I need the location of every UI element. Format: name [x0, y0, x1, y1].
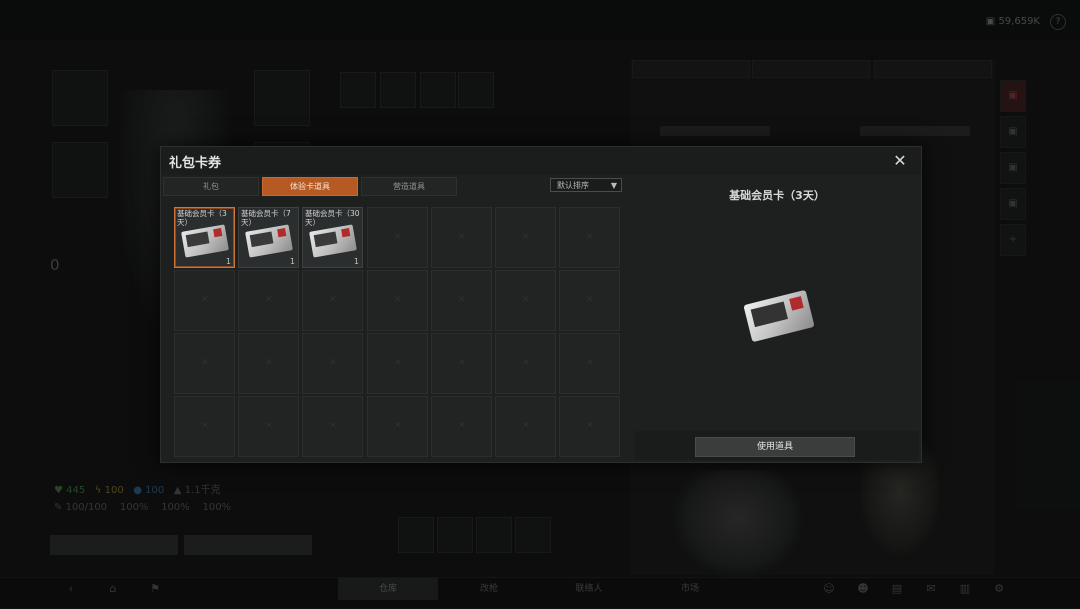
use-area: 使用道具: [635, 431, 919, 460]
empty-slot[interactable]: ✕: [238, 270, 299, 331]
empty-slot[interactable]: ✕: [238, 396, 299, 457]
empty-slot-icon: ✕: [458, 421, 466, 431]
inventory-item[interactable]: 基础会员卡（7天） 1: [238, 207, 299, 268]
empty-slot[interactable]: ✕: [174, 396, 235, 457]
empty-slot-icon: ✕: [586, 421, 594, 431]
item-quantity: 1: [353, 257, 359, 266]
empty-slot[interactable]: ✕: [367, 396, 428, 457]
empty-slot[interactable]: ✕: [431, 396, 492, 457]
tab-gift-pack[interactable]: 礼包: [163, 177, 259, 196]
empty-slot[interactable]: ✕: [495, 396, 556, 457]
item-detail-panel: 基础会员卡（3天） 使用道具: [635, 175, 919, 460]
empty-slot[interactable]: ✕: [367, 333, 428, 394]
modal-header: 礼包卡券 ✕: [161, 147, 921, 175]
empty-slot-icon: ✕: [394, 295, 402, 305]
empty-slot-icon: ✕: [201, 358, 209, 368]
empty-slot[interactable]: ✕: [495, 333, 556, 394]
empty-slot-icon: ✕: [458, 295, 466, 305]
item-quantity: 1: [225, 257, 231, 266]
empty-slot-icon: ✕: [329, 421, 337, 431]
empty-slot-icon: ✕: [265, 358, 273, 368]
empty-slot-icon: ✕: [394, 358, 402, 368]
sort-label: 默认排序: [557, 181, 589, 190]
empty-slot-icon: ✕: [586, 358, 594, 368]
empty-slot-icon: ✕: [586, 295, 594, 305]
empty-slot[interactable]: ✕: [174, 270, 235, 331]
empty-slot-icon: ✕: [394, 232, 402, 242]
empty-slot[interactable]: ✕: [559, 333, 620, 394]
empty-slot-icon: ✕: [201, 421, 209, 431]
empty-slot-icon: ✕: [329, 295, 337, 305]
inventory-item[interactable]: 基础会员卡（3天） 1: [174, 207, 235, 268]
empty-slot-icon: ✕: [522, 232, 530, 242]
empty-slot[interactable]: ✕: [495, 270, 556, 331]
empty-slot-icon: ✕: [201, 295, 209, 305]
tab-trial-card[interactable]: 体验卡道具: [262, 177, 358, 196]
detail-title: 基础会员卡（3天）: [729, 189, 825, 202]
tab-build-items[interactable]: 营造道具: [361, 177, 457, 196]
empty-slot[interactable]: ✕: [431, 333, 492, 394]
empty-slot[interactable]: ✕: [431, 207, 492, 268]
use-item-button[interactable]: 使用道具: [695, 437, 855, 457]
empty-slot[interactable]: ✕: [302, 333, 363, 394]
empty-slot[interactable]: ✕: [559, 396, 620, 457]
gift-card-modal: 礼包卡券 ✕ 礼包 体验卡道具 营造道具 默认排序 ▼ 基础会员卡（3天） 1 基础…: [160, 146, 922, 463]
empty-slot[interactable]: ✕: [431, 270, 492, 331]
inventory-item[interactable]: 基础会员卡（30天） 1: [302, 207, 363, 268]
empty-slot[interactable]: ✕: [495, 207, 556, 268]
item-name: 基础会员卡（7天）: [241, 209, 291, 227]
item-grid: 基础会员卡（3天） 1 基础会员卡（7天） 1 基础会员卡（30天） 1 ✕ ✕ ✕ ✕ ✕ ✕ ✕ ✕ ✕…: [174, 207, 622, 459]
empty-slot-icon: ✕: [265, 295, 273, 305]
empty-slot-icon: ✕: [586, 232, 594, 242]
empty-slot[interactable]: ✕: [559, 207, 620, 268]
membership-card-thumbnail: [181, 224, 229, 258]
empty-slot-icon: ✕: [522, 358, 530, 368]
item-quantity: 1: [289, 257, 295, 266]
modal-title: 礼包卡券: [169, 156, 222, 171]
chevron-down-icon: ▼: [610, 181, 617, 190]
empty-slot-icon: ✕: [265, 421, 273, 431]
empty-slot-icon: ✕: [394, 421, 402, 431]
empty-slot-icon: ✕: [522, 421, 530, 431]
empty-slot-icon: ✕: [522, 295, 530, 305]
empty-slot[interactable]: ✕: [174, 333, 235, 394]
item-name: 基础会员卡（3天）: [177, 209, 227, 227]
empty-slot[interactable]: ✕: [302, 396, 363, 457]
empty-slot-icon: ✕: [458, 358, 466, 368]
empty-slot[interactable]: ✕: [367, 207, 428, 268]
membership-card-thumbnail: [245, 224, 293, 258]
membership-card-thumbnail: [309, 224, 357, 258]
close-icon[interactable]: ✕: [891, 152, 909, 170]
empty-slot-icon: ✕: [458, 232, 466, 242]
empty-slot[interactable]: ✕: [238, 333, 299, 394]
sort-dropdown[interactable]: 默认排序 ▼: [550, 178, 622, 192]
item-name: 基础会员卡（30天）: [305, 209, 360, 227]
empty-slot[interactable]: ✕: [559, 270, 620, 331]
empty-slot[interactable]: ✕: [367, 270, 428, 331]
membership-card-image: [743, 289, 815, 343]
empty-slot[interactable]: ✕: [302, 270, 363, 331]
empty-slot-icon: ✕: [329, 358, 337, 368]
